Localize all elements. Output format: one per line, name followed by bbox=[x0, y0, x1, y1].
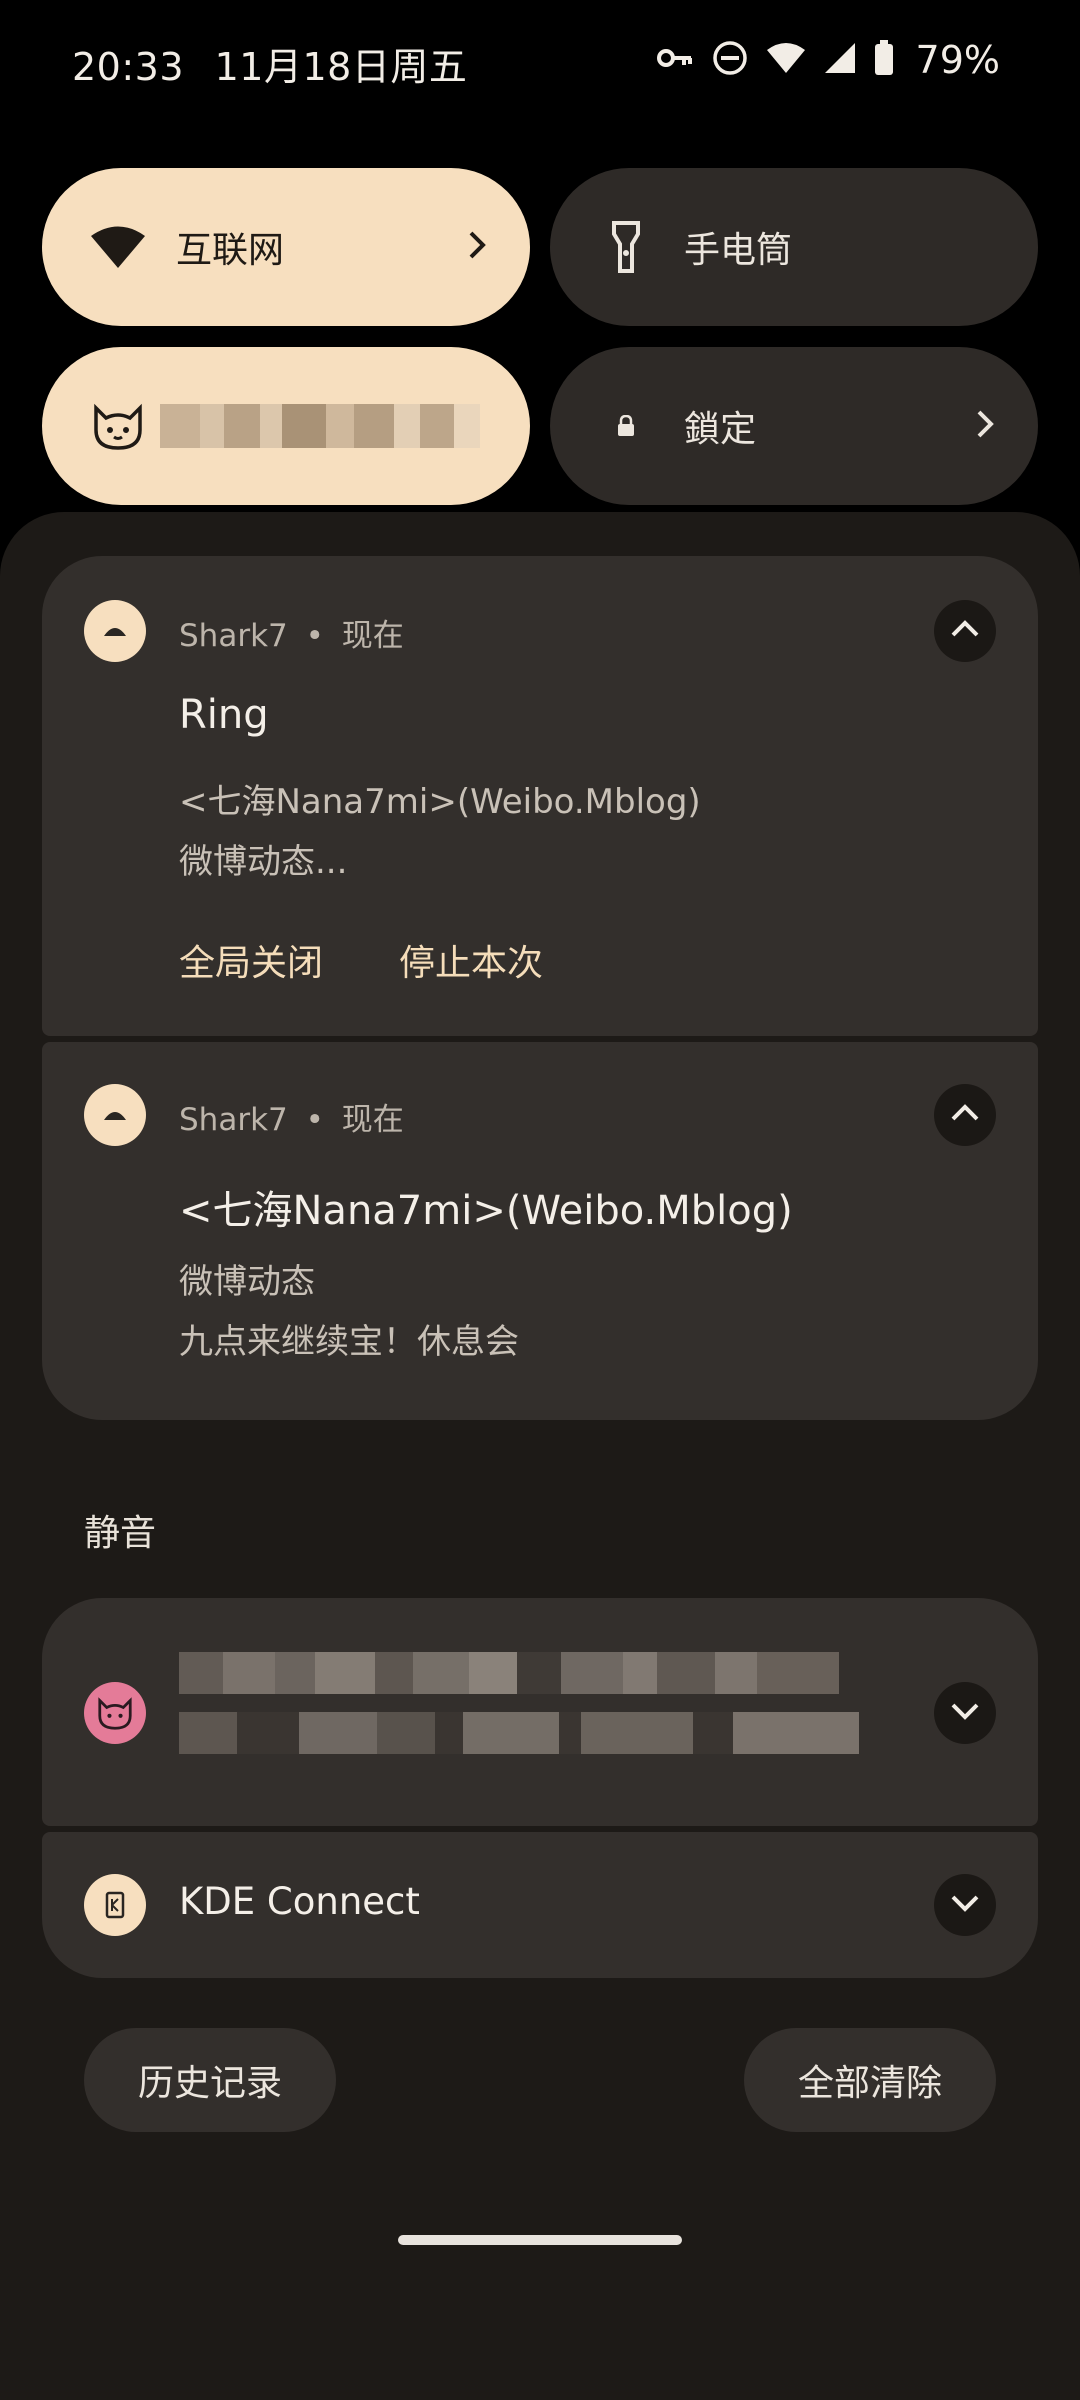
do-not-disturb-icon bbox=[712, 40, 748, 80]
status-icons: 79% bbox=[656, 38, 1000, 82]
app-name: Shark7 bbox=[179, 1102, 288, 1138]
battery-icon bbox=[874, 40, 894, 80]
notification-title: <七海Nana7mi>(Weibo.Mblog) bbox=[179, 1188, 793, 1234]
notification-time: 现在 bbox=[341, 618, 404, 654]
shark-app-icon bbox=[84, 600, 146, 662]
chevron-up-icon bbox=[950, 1104, 980, 1126]
wifi-icon bbox=[766, 42, 806, 78]
action-stop-this-button[interactable]: 停止本次 bbox=[399, 934, 543, 986]
notification-header: Shark7 • 现在 bbox=[179, 1102, 404, 1138]
notification-text-line: 微博动态... bbox=[179, 842, 348, 882]
flashlight-icon bbox=[590, 220, 662, 274]
redacted-text bbox=[179, 1712, 859, 1754]
tile-internet-label: 互联网 bbox=[176, 230, 285, 271]
cat-face-icon bbox=[82, 400, 154, 452]
notification-silent-redacted[interactable] bbox=[42, 1598, 1038, 1826]
redacted-text bbox=[160, 404, 480, 448]
tile-lock[interactable]: 鎖定 bbox=[550, 347, 1038, 505]
expand-button[interactable] bbox=[934, 1874, 996, 1936]
tile-lock-label: 鎖定 bbox=[684, 409, 757, 450]
kde-connect-icon bbox=[84, 1874, 146, 1936]
notification-weibo[interactable]: Shark7 • 现在 <七海Nana7mi>(Weibo.Mblog) 微博动… bbox=[42, 1042, 1038, 1420]
status-clock: 20:33 11月18日周五 bbox=[72, 36, 467, 91]
status-date: 11月18日周五 bbox=[214, 45, 468, 89]
notification-time: 现在 bbox=[341, 1102, 404, 1138]
chevron-up-icon bbox=[950, 620, 980, 642]
notification-ring[interactable]: Shark7 • 现在 Ring <七海Nana7mi>(Weibo.Mblog… bbox=[42, 556, 1038, 1036]
notification-title: Ring bbox=[179, 692, 269, 738]
chevron-right-icon bbox=[976, 409, 994, 443]
action-disable-all-button[interactable]: 全局关闭 bbox=[179, 934, 323, 986]
collapse-button[interactable] bbox=[934, 600, 996, 662]
tile-flashlight[interactable]: 手电筒 bbox=[550, 168, 1038, 326]
collapse-button[interactable] bbox=[934, 1084, 996, 1146]
notification-text-line: 九点来继续宝！休息会 bbox=[179, 1322, 519, 1362]
home-gesture-bar[interactable] bbox=[398, 2235, 682, 2245]
notification-kde-connect[interactable]: KDE Connect bbox=[42, 1832, 1038, 1978]
silent-section-header: 静音 bbox=[84, 1513, 157, 1554]
notification-text-line: 微博动态 bbox=[179, 1262, 315, 1302]
battery-percentage: 79% bbox=[915, 38, 1000, 82]
notification-shade: Shark7 • 现在 Ring <七海Nana7mi>(Weibo.Mblog… bbox=[0, 512, 1080, 2400]
vpn-key-icon bbox=[656, 47, 694, 73]
redacted-text bbox=[179, 1652, 839, 1694]
app-name: Shark7 bbox=[179, 618, 288, 654]
cat-face-icon bbox=[84, 1682, 146, 1744]
chevron-down-icon bbox=[950, 1702, 980, 1724]
chevron-right-icon bbox=[468, 230, 486, 264]
tile-flashlight-label: 手电筒 bbox=[684, 230, 793, 271]
lock-icon bbox=[590, 415, 662, 437]
cellular-signal-icon bbox=[824, 42, 856, 78]
expand-button[interactable] bbox=[934, 1682, 996, 1744]
history-button[interactable]: 历史记录 bbox=[84, 2028, 336, 2132]
status-time: 20:33 bbox=[72, 45, 185, 89]
notification-text-line: <七海Nana7mi>(Weibo.Mblog) bbox=[179, 782, 701, 822]
tile-custom-app[interactable] bbox=[42, 347, 530, 505]
notification-title: KDE Connect bbox=[179, 1880, 420, 1923]
notification-header: Shark7 • 现在 bbox=[179, 618, 404, 654]
chevron-down-icon bbox=[950, 1894, 980, 1916]
tile-internet[interactable]: 互联网 bbox=[42, 168, 530, 326]
clear-all-button[interactable]: 全部清除 bbox=[744, 2028, 996, 2132]
shark-app-icon bbox=[84, 1084, 146, 1146]
wifi-icon bbox=[82, 225, 154, 269]
